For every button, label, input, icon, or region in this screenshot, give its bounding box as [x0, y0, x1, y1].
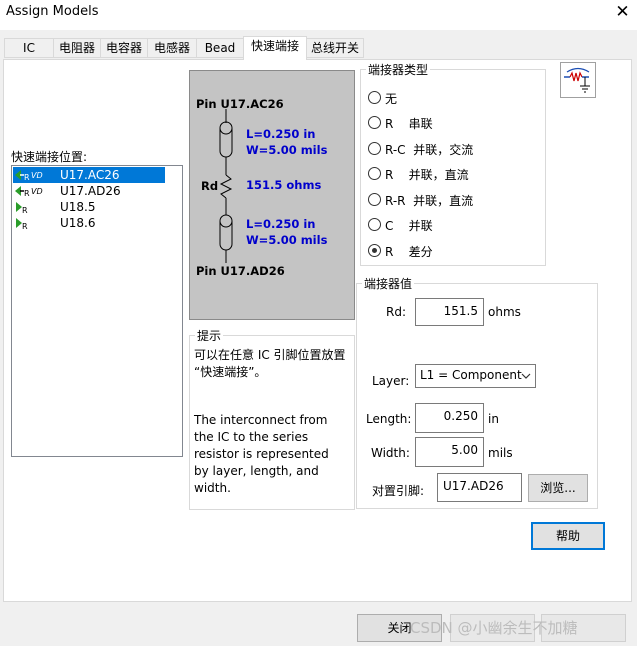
radio-r-parallel-dc[interactable]: R 并联，直流 [368, 166, 538, 182]
hint-en-line-3: resistor is represented [194, 447, 329, 461]
watermark-text: CSDN @小幽余生不加糖 [410, 619, 578, 637]
layer-select-value: L1 = Component [420, 368, 522, 382]
radio-circle[interactable] [368, 142, 381, 155]
resistor-vd-icon: R VD [15, 170, 43, 181]
radio-r-series[interactable]: R 串联 [368, 115, 538, 131]
rd-label: Rd: [386, 305, 406, 319]
tab-capacitor[interactable]: 电容器 [100, 38, 148, 58]
svg-text:VD: VD [31, 187, 43, 196]
radio-label: R 并联，直流 [385, 168, 469, 182]
radio-rr-parallel-dc[interactable]: R-R 并联，直流 [368, 192, 538, 208]
list-item[interactable]: R VD U17.AD26 [13, 183, 165, 199]
length-input[interactable]: 0.250 [415, 403, 484, 433]
hint-text-en: The interconnect from the IC to the seri… [194, 412, 354, 497]
svg-text:R: R [24, 189, 30, 197]
tab-quick-terminator[interactable]: 快速端接 [243, 36, 307, 60]
radio-label: R 串联 [385, 117, 433, 131]
diagram-seg2-width: W=5.00 mils [246, 233, 328, 247]
tab-inductor[interactable]: 电感器 [147, 38, 197, 58]
radio-none[interactable]: 无 [368, 90, 538, 106]
hint-en-line-4: by layer, length, and [194, 464, 319, 478]
radio-dot [372, 248, 377, 253]
radio-circle[interactable] [368, 91, 381, 104]
tab-resistor[interactable]: 电阻器 [53, 38, 101, 58]
svg-text:VD: VD [31, 171, 43, 180]
svg-text:R: R [24, 173, 30, 181]
diagram-seg2-length: L=0.250 in [246, 217, 316, 231]
tab-bus-switch[interactable]: 总线开关 [306, 38, 364, 58]
radio-circle[interactable] [368, 167, 381, 180]
hint-en-line-2: the IC to the series [194, 430, 309, 444]
layer-select[interactable]: L1 = Component [415, 364, 536, 388]
list-item-label: U18.5 [60, 200, 96, 214]
radio-circle[interactable] [368, 218, 381, 231]
rd-unit: ohms [488, 305, 521, 319]
list-item-label: U17.AC26 [60, 168, 120, 182]
chevron-down-icon [521, 373, 531, 379]
hint-cn-line-1: 可以在任意 IC 引脚位置放置 [194, 348, 346, 362]
terminator-values-title: 端接器值 [362, 275, 415, 292]
length-label: Length: [366, 412, 412, 426]
diagram-seg1-width: W=5.00 mils [246, 143, 328, 157]
window-title: Assign Models [6, 4, 99, 19]
layer-label: Layer: [372, 374, 410, 388]
list-item[interactable]: R VD U17.AC26 [13, 167, 165, 183]
radio-circle-selected[interactable] [368, 244, 381, 257]
hint-en-line-1: The interconnect from [194, 413, 328, 427]
radio-label: R-C 并联，交流 [385, 143, 474, 157]
width-label: Width: [371, 446, 410, 460]
resistor-icon: R [16, 218, 28, 229]
browse-button[interactable]: 浏览... [528, 474, 588, 502]
list-item[interactable]: R U18.6 [13, 215, 165, 231]
pair-pin-input[interactable]: U17.AD26 [437, 473, 522, 502]
diagram-rd-value: 151.5 ohms [246, 178, 322, 192]
tab-ic[interactable]: IC [4, 38, 54, 58]
diagram-rd-label: Rd [201, 179, 219, 193]
resistor-icon: R [16, 202, 28, 213]
radio-r-differential[interactable]: R 差分 [368, 243, 538, 259]
radio-circle[interactable] [368, 116, 381, 129]
radio-label: R-R 并联，直流 [385, 194, 474, 208]
resistor-vd-icon: R VD [15, 186, 43, 197]
width-input[interactable]: 5.00 [415, 437, 484, 467]
hint-title: 提示 [195, 327, 224, 344]
tab-bead[interactable]: Bead [196, 38, 244, 58]
help-button[interactable]: 帮助 [531, 522, 605, 550]
location-listbox[interactable]: R VD U17.AC26 R VD U17.AD26 R U18.5 R U1… [11, 165, 183, 457]
location-list-label: 快速端接位置: [11, 150, 88, 164]
radio-label: C 并联 [385, 219, 433, 233]
rd-input[interactable]: 151.5 [415, 298, 484, 326]
close-icon[interactable]: ✕ [608, 0, 637, 26]
diagram-pin-bottom: Pin U17.AD26 [196, 264, 285, 278]
hint-text-cn: 可以在任意 IC 引脚位置放置 “快速端接”。 [194, 347, 354, 381]
svg-text:R: R [22, 206, 28, 213]
terminator-symbol-icon [560, 62, 596, 98]
radio-label: 无 [385, 92, 398, 106]
diagram-seg1-length: L=0.250 in [246, 127, 316, 141]
terminator-type-title: 端接器类型 [366, 61, 431, 78]
radio-circle[interactable] [368, 193, 381, 206]
list-item-label: U18.6 [60, 216, 96, 230]
list-item[interactable]: R U18.5 [13, 199, 165, 215]
hint-cn-line-2: “快速端接”。 [194, 365, 267, 379]
terminator-diagram: Pin U17.AC26 L=0.250 in W=5.00 mils Rd 1… [189, 70, 355, 320]
list-item-label: U17.AD26 [60, 184, 121, 198]
length-unit: in [488, 412, 499, 426]
svg-text:R: R [22, 222, 28, 229]
width-unit: mils [488, 446, 513, 460]
title-bar: Assign Models ✕ [0, 0, 637, 30]
radio-rc-parallel-ac[interactable]: R-C 并联，交流 [368, 141, 538, 157]
radio-label: R 差分 [385, 245, 433, 259]
diagram-pin-top: Pin U17.AC26 [196, 97, 284, 111]
radio-c-parallel[interactable]: C 并联 [368, 217, 538, 233]
hint-en-line-5: width. [194, 481, 231, 495]
pair-pin-label: 对置引脚: [372, 484, 425, 498]
